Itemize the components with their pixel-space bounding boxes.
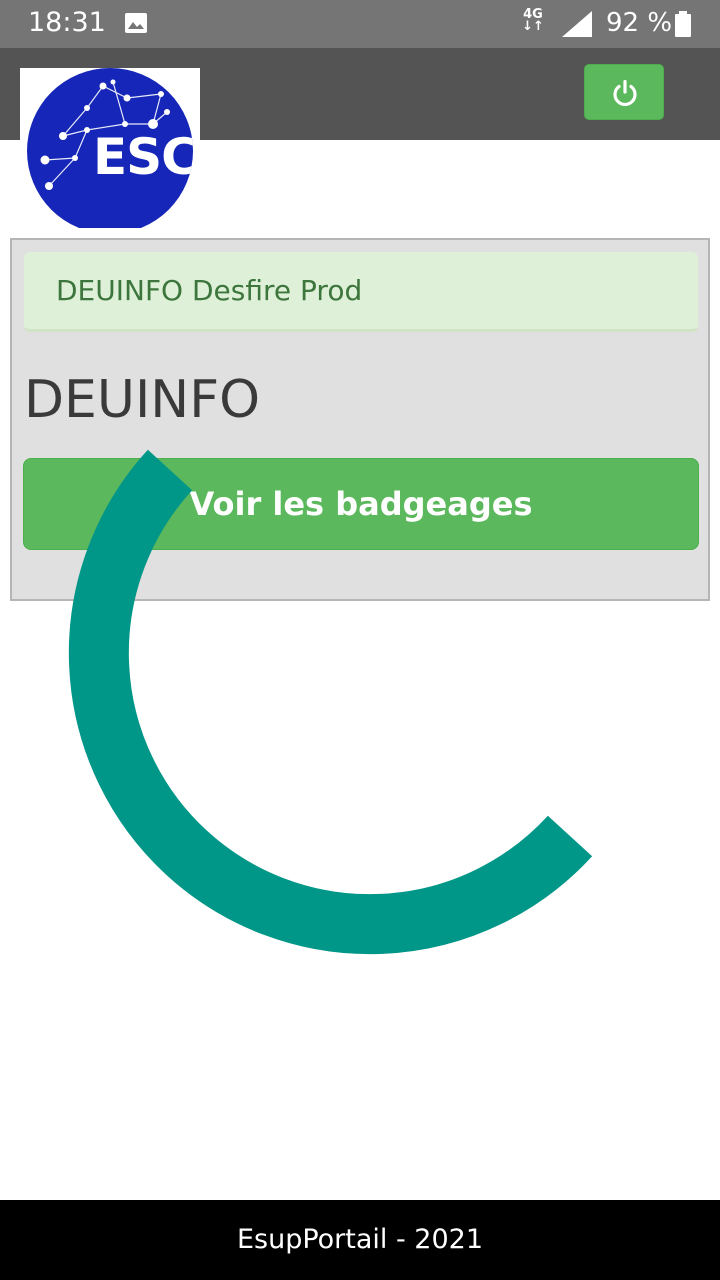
footer-text: EsupPortail - 2021 <box>236 1224 484 1255</box>
signal-icon <box>562 11 592 37</box>
logo-text: ESC <box>93 128 193 186</box>
power-icon <box>613 79 637 107</box>
network-type: 4G ↓↑ <box>520 8 546 34</box>
status-time: 18:31 <box>28 7 106 38</box>
logout-button[interactable] <box>584 64 664 120</box>
logo-circle: ESC <box>27 68 193 228</box>
data-arrows-icon: ↓↑ <box>522 19 544 34</box>
app-logo[interactable]: ESC <box>20 68 200 228</box>
status-bar: 18:31 4G ↓↑ 92 % <box>0 0 720 48</box>
content-panel: DEUINFO Desfire Prod DEUINFO Voir les ba… <box>10 238 710 601</box>
view-badges-button[interactable]: Voir les badgeages <box>23 458 699 550</box>
alert-text: DEUINFO Desfire Prod <box>56 274 363 307</box>
info-alert: DEUINFO Desfire Prod <box>24 252 698 332</box>
photo-icon <box>125 13 147 33</box>
footer: EsupPortail - 2021 <box>0 1200 720 1280</box>
battery-icon <box>675 11 691 37</box>
battery-percent: 92 % <box>606 8 673 38</box>
page-title: DEUINFO <box>24 370 261 430</box>
